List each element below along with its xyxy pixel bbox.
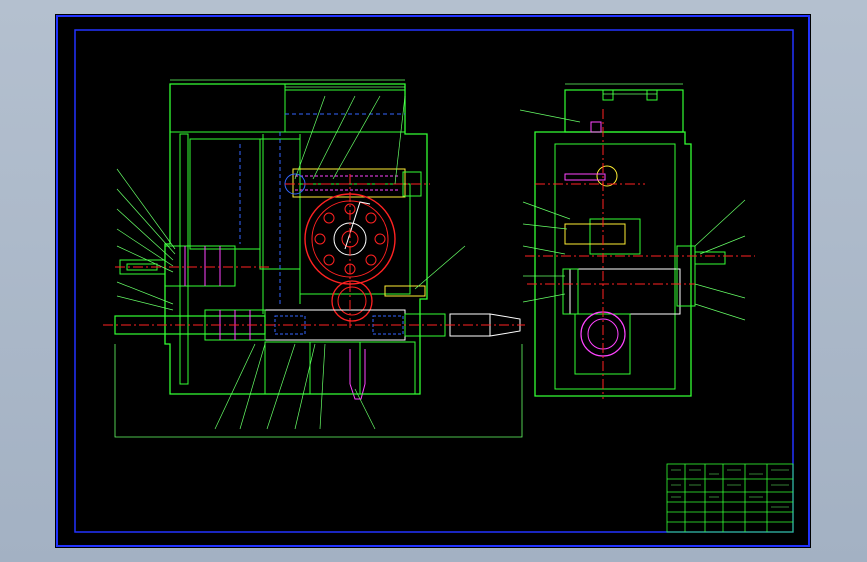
drawing-frame (74, 29, 794, 533)
inner-wall-left (179, 133, 189, 385)
top-housing (284, 89, 406, 133)
worm-shaft (292, 168, 406, 198)
outer-dimension (114, 344, 523, 438)
side-top-block (564, 89, 684, 133)
side-section-view (519, 83, 755, 399)
lower-gear-inner (337, 286, 367, 316)
side-housing (534, 131, 692, 397)
side-worm-rod (564, 173, 606, 181)
bottom-boss (349, 349, 366, 400)
side-output-shaft (694, 251, 726, 265)
side-shaft (564, 223, 626, 245)
title-block (666, 463, 794, 533)
lower-housing (264, 341, 416, 395)
drawing-sheet[interactable] (55, 14, 811, 548)
top-cover (169, 83, 286, 133)
side-spindle (569, 268, 681, 315)
leader-lines (116, 95, 466, 430)
drawing-canvas (56, 15, 810, 547)
side-leader-lines (519, 109, 746, 321)
side-top-notch (602, 90, 658, 101)
inner-cavity (189, 138, 261, 250)
front-section-view (103, 79, 525, 438)
side-worm (596, 165, 618, 187)
chamber (299, 183, 411, 295)
side-collar (590, 121, 602, 133)
upper-gear-hub (164, 245, 236, 287)
cad-viewport[interactable] (0, 0, 867, 562)
